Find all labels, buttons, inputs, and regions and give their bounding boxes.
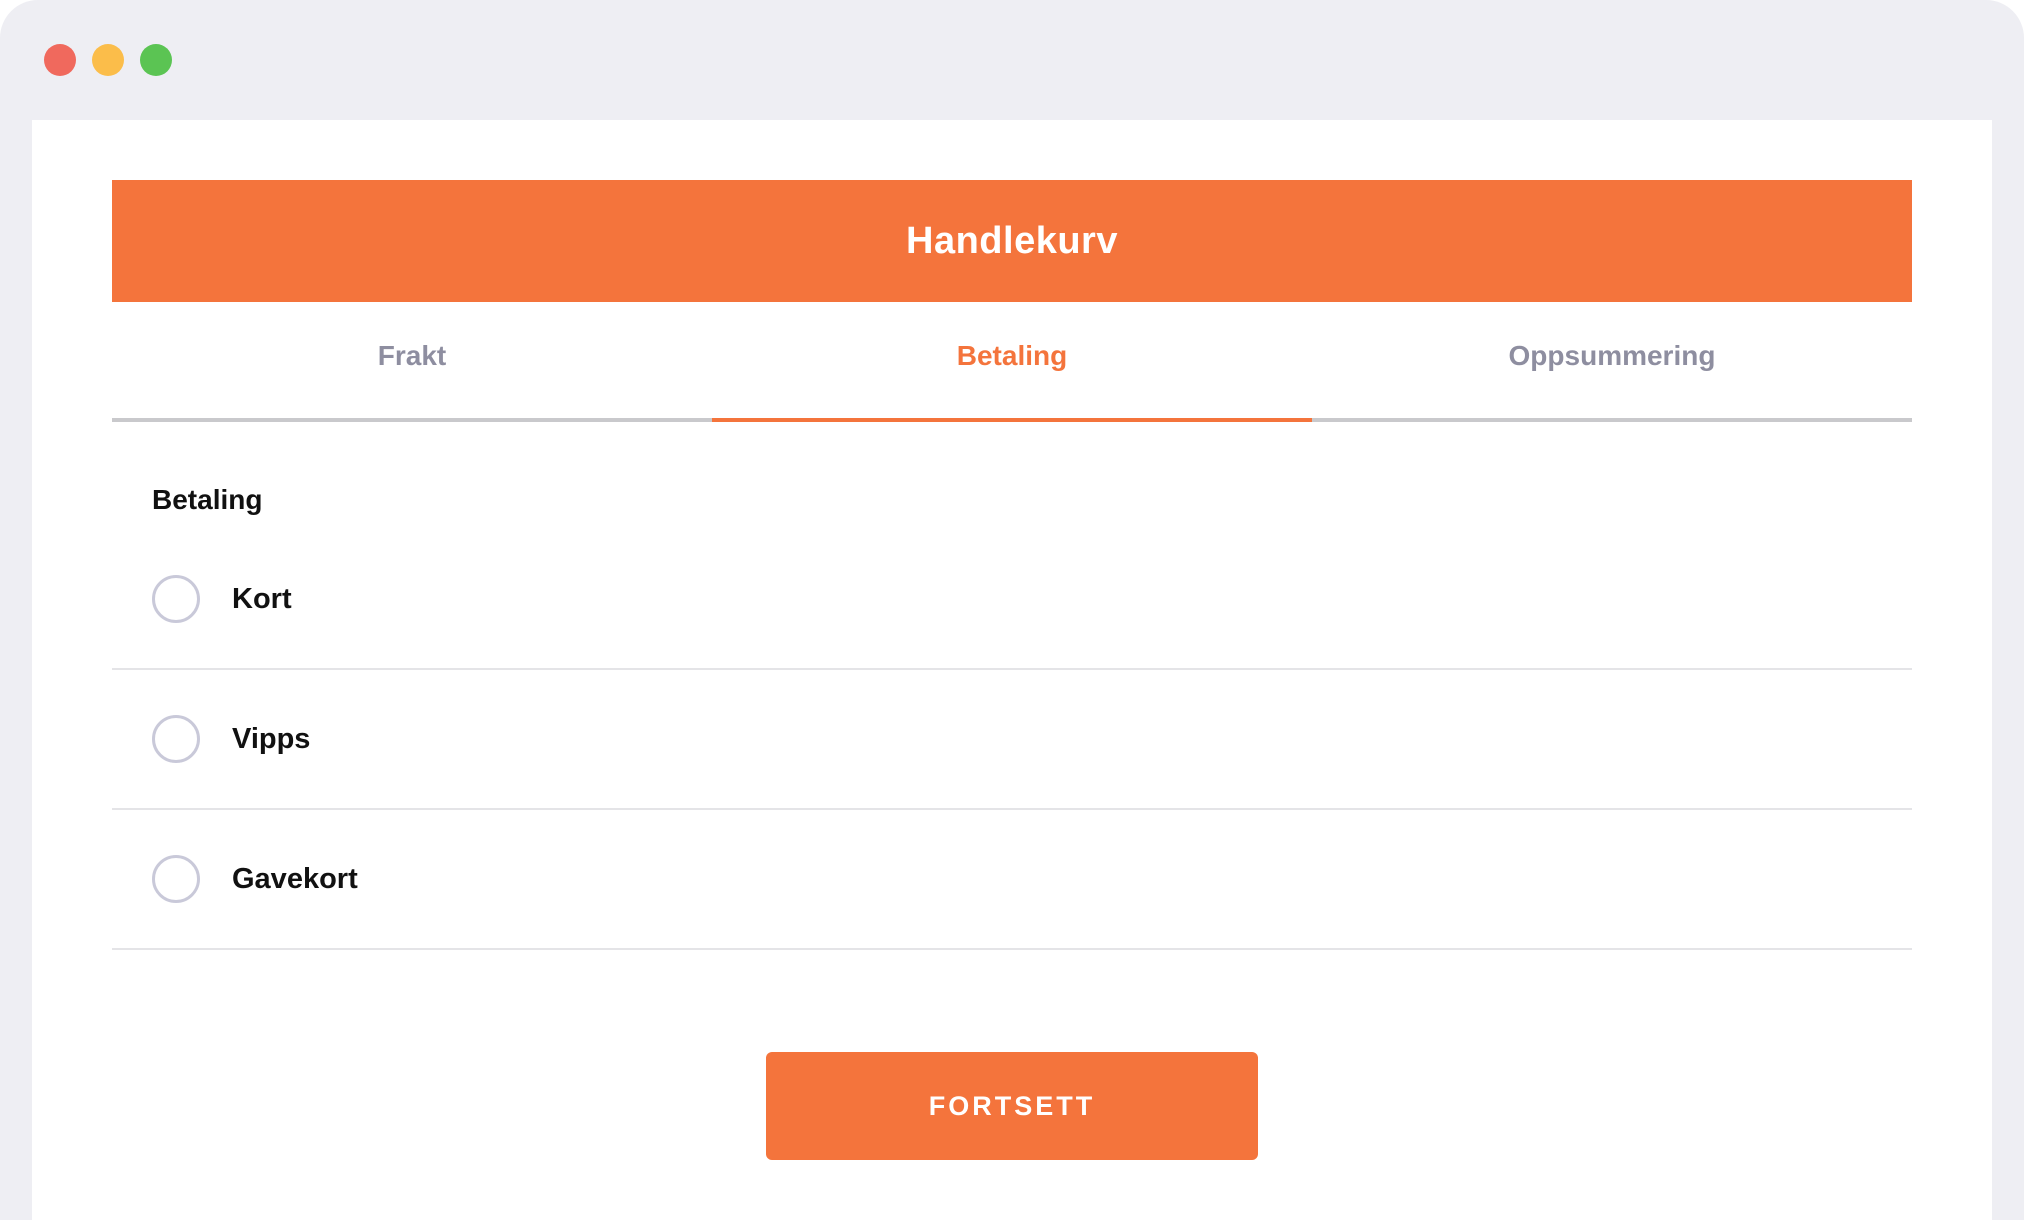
radio-button[interactable] xyxy=(152,855,200,903)
close-window-button[interactable] xyxy=(44,44,76,76)
option-label: Vipps xyxy=(232,722,311,755)
cart-header: Handlekurv xyxy=(112,180,1912,302)
option-label: Kort xyxy=(232,582,292,615)
page-title: Handlekurv xyxy=(906,219,1118,262)
payment-option-gavekort[interactable]: Gavekort xyxy=(112,810,1912,950)
checkout-steps: Frakt Betaling Oppsummering xyxy=(112,302,1912,422)
minimize-window-button[interactable] xyxy=(92,44,124,76)
tab-betaling[interactable]: Betaling xyxy=(712,302,1312,422)
tab-frakt[interactable]: Frakt xyxy=(112,302,712,422)
tab-oppsummering[interactable]: Oppsummering xyxy=(1312,302,1912,422)
browser-window: Handlekurv Frakt Betaling Oppsummering B… xyxy=(0,0,2024,1220)
payment-section-title: Betaling xyxy=(152,484,263,515)
page-content: Handlekurv Frakt Betaling Oppsummering B… xyxy=(32,120,1992,1220)
radio-button[interactable] xyxy=(152,715,200,763)
payment-options: Kort Vipps Gavekort xyxy=(112,575,1912,950)
continue-button[interactable]: FORTSETT xyxy=(766,1052,1258,1160)
zoom-window-button[interactable] xyxy=(140,44,172,76)
payment-option-vipps[interactable]: Vipps xyxy=(112,670,1912,810)
option-label: Gavekort xyxy=(232,862,358,895)
payment-option-kort[interactable]: Kort xyxy=(112,530,1912,670)
radio-button[interactable] xyxy=(152,575,200,623)
